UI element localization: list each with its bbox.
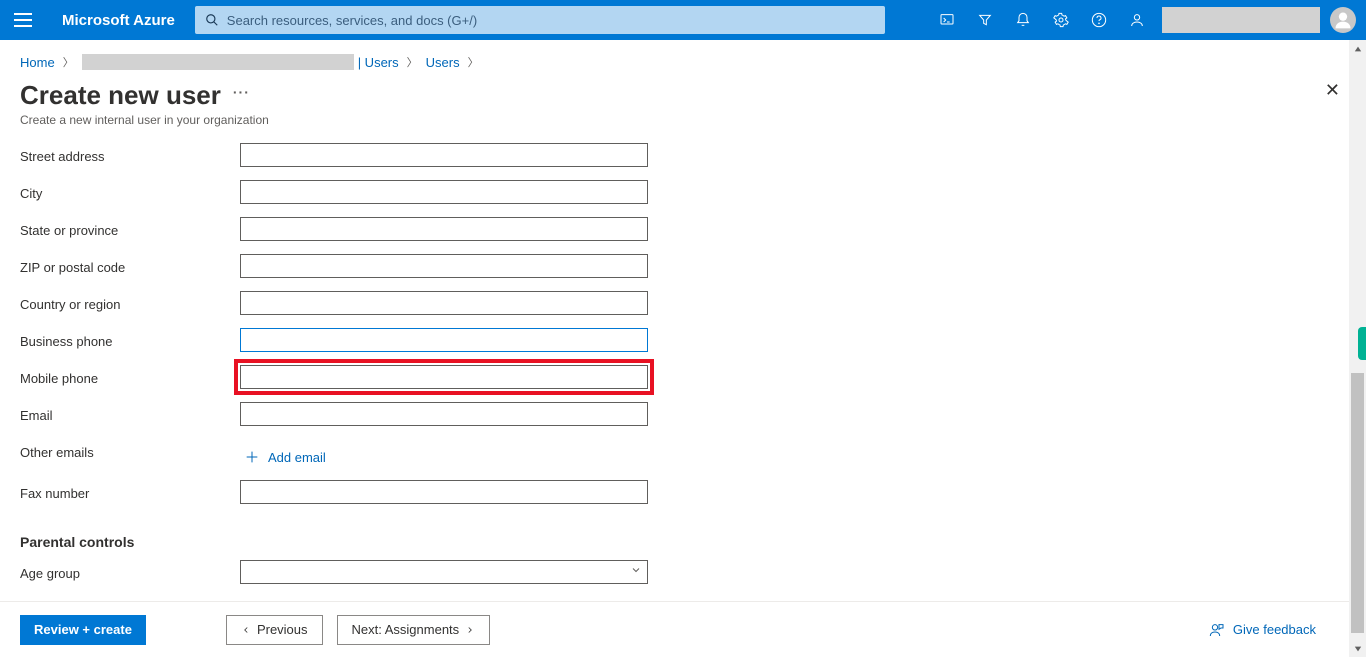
zip-label: ZIP or postal code [20,254,240,275]
chevron-right-icon: 〉 [407,54,418,70]
fax-label: Fax number [20,480,240,501]
chevron-right-icon [465,625,475,635]
scroll-thumb[interactable] [1351,373,1364,633]
review-create-button[interactable]: Review + create [20,615,146,645]
feedback-button[interactable] [1118,0,1156,40]
other-emails-label: Other emails [20,439,240,460]
chevron-right-icon: 〉 [63,54,74,70]
previous-label: Previous [257,622,308,637]
breadcrumb: Home 〉 | Users 〉 Users 〉 [0,40,1366,74]
breadcrumb-home[interactable]: Home [20,55,55,70]
breadcrumb-tenant[interactable] [82,54,354,70]
footer-bar: Review + create Previous Next: Assignmen… [0,601,1366,657]
filter-button[interactable] [966,0,1004,40]
age-group-label: Age group [20,560,240,581]
scroll-down-arrow[interactable] [1349,640,1366,657]
form-area: Street address City State or province ZI… [0,135,1366,597]
page-header: Create new user ··· Create a new interna… [0,74,1366,127]
global-search[interactable] [195,6,885,34]
city-label: City [20,180,240,201]
country-input[interactable] [240,291,648,315]
mobile-phone-input[interactable] [240,365,648,389]
close-blade-button[interactable]: ✕ [1325,80,1340,101]
next-label: Next: Assignments [352,622,460,637]
business-phone-label: Business phone [20,328,240,349]
next-button[interactable]: Next: Assignments [337,615,491,645]
state-input[interactable] [240,217,648,241]
city-input[interactable] [240,180,648,204]
menu-toggle-button[interactable] [14,13,32,27]
search-icon [205,13,219,27]
mobile-phone-label: Mobile phone [20,365,240,386]
brand-label: Microsoft Azure [62,12,175,29]
notifications-button[interactable] [1004,0,1042,40]
person-feedback-icon [1209,622,1225,638]
business-phone-input[interactable] [240,328,648,352]
zip-input[interactable] [240,254,648,278]
plus-icon [244,449,260,465]
parental-controls-heading: Parental controls [20,534,1346,550]
cloud-shell-button[interactable] [928,0,966,40]
scroll-up-arrow[interactable] [1349,40,1366,57]
breadcrumb-users[interactable]: Users [426,55,460,70]
previous-button[interactable]: Previous [226,615,323,645]
top-bar: Microsoft Azure [0,0,1366,40]
add-email-button[interactable]: Add email [244,449,326,465]
country-label: Country or region [20,291,240,312]
state-label: State or province [20,217,240,238]
settings-button[interactable] [1042,0,1080,40]
more-actions-button[interactable]: ··· [233,87,250,97]
chevron-left-icon [241,625,251,635]
breadcrumb-users-blade[interactable]: | Users [358,55,399,70]
street-input[interactable] [240,143,648,167]
feedback-label: Give feedback [1233,622,1316,637]
street-label: Street address [20,143,240,164]
account-avatar[interactable] [1330,7,1356,33]
page-subtitle: Create a new internal user in your organ… [20,113,1346,127]
tenant-picker[interactable] [1162,7,1320,33]
help-button[interactable] [1080,0,1118,40]
email-label: Email [20,402,240,423]
add-email-label: Add email [268,450,326,465]
side-tab-icon[interactable] [1358,327,1366,360]
email-input[interactable] [240,402,648,426]
page-title: Create new user [20,80,221,111]
chevron-right-icon: 〉 [468,54,479,70]
age-group-select[interactable] [240,560,648,584]
fax-input[interactable] [240,480,648,504]
give-feedback-link[interactable]: Give feedback [1209,622,1316,638]
search-input[interactable] [227,13,875,28]
